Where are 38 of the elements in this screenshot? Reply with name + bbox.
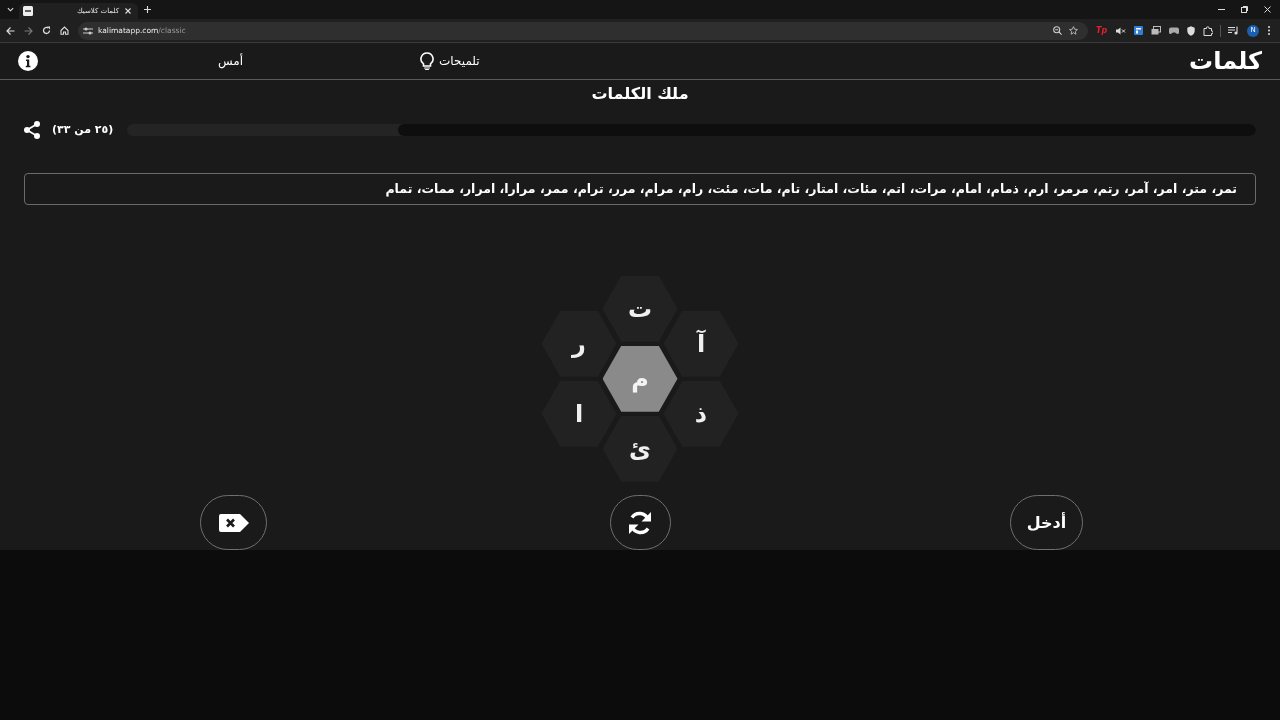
gamepad-icon[interactable]: [1169, 27, 1180, 34]
restore-icon[interactable]: [1241, 6, 1248, 13]
home-icon[interactable]: [60, 26, 69, 35]
hints-button[interactable]: تلميحات: [420, 51, 480, 70]
progress-count: (٢٥ من ٣٣): [52, 124, 114, 136]
star-icon[interactable]: [1069, 26, 1078, 35]
letter-hex[interactable]: ا: [541, 380, 617, 447]
new-tab-icon[interactable]: [144, 6, 151, 13]
lightbulb-icon: [420, 51, 435, 70]
rotate-arrows-icon: [627, 509, 653, 536]
close-window-icon[interactable]: [1264, 6, 1271, 13]
puzzle-icon[interactable]: [1203, 25, 1214, 36]
yesterday-link[interactable]: أمس: [218, 54, 244, 67]
favicon-icon: [23, 6, 33, 16]
info-icon[interactable]: [18, 50, 38, 71]
back-icon[interactable]: [6, 26, 15, 35]
letter-hex[interactable]: ذ: [663, 380, 739, 447]
letter-hex[interactable]: آ: [663, 310, 739, 377]
site-info-icon[interactable]: [83, 26, 93, 35]
share-icon[interactable]: [24, 120, 40, 139]
letter-hex[interactable]: ئ: [602, 415, 678, 482]
media-control-icon[interactable]: [1228, 26, 1240, 35]
zoom-icon[interactable]: [1053, 26, 1062, 35]
extension-icon[interactable]: [1134, 26, 1144, 35]
forward-icon[interactable]: [24, 26, 33, 35]
letter-hex[interactable]: ت: [602, 275, 678, 342]
window-stack-icon[interactable]: [1151, 26, 1162, 35]
tab-list-icon[interactable]: [7, 7, 14, 12]
delete-icon: [217, 512, 250, 533]
mute-icon[interactable]: [1116, 26, 1127, 35]
found-words-list: تمر، متر، امر، آمر، رتم، مرمر، ارم، ذمام، امام، مرات، اتم، مئات، امتار، تام، مات، مئت، رام، مرام، مرر، ترام، ممر، مرارا، امرار، ممات، تمام: [385, 182, 1237, 195]
app-logo[interactable]: كلمات: [1189, 48, 1262, 73]
shield-icon[interactable]: [1187, 25, 1196, 36]
letter-hex[interactable]: ر: [541, 310, 617, 377]
puzzle-title: ملك الكلمات: [591, 85, 689, 102]
reload-icon[interactable]: [42, 26, 51, 35]
close-icon[interactable]: [125, 8, 131, 14]
menu-icon[interactable]: [1268, 26, 1271, 35]
